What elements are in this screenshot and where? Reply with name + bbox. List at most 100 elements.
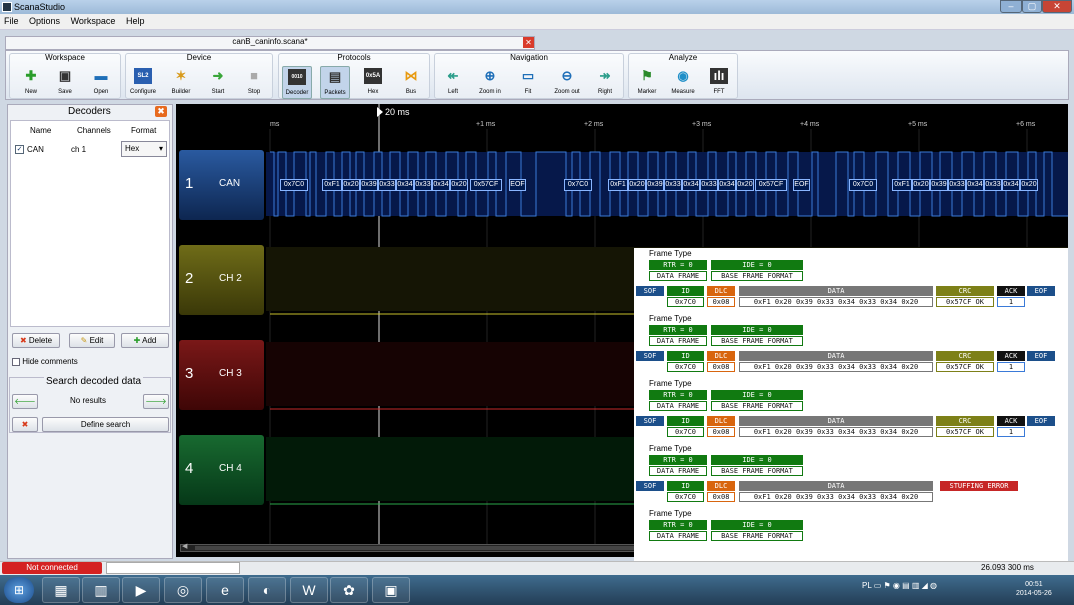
bus-icon: ⋈ bbox=[404, 68, 418, 83]
decoded-byte[interactable]: 0x33 bbox=[664, 179, 682, 191]
scanastudio-task-icon[interactable]: ▥ bbox=[82, 577, 120, 603]
folder-icon: ▬ bbox=[94, 68, 108, 83]
decoder-button[interactable]: 0010 Decoder bbox=[282, 66, 312, 99]
decoded-byte[interactable]: 0x34 bbox=[432, 179, 450, 191]
decoded-byte[interactable]: 0x20 bbox=[1020, 179, 1038, 191]
zoom-in-button[interactable]: ⊕ Zoom in bbox=[475, 66, 505, 99]
left-button[interactable]: ↞ Left bbox=[438, 66, 468, 99]
decoder-enable-checkbox[interactable]: ✓ bbox=[15, 145, 24, 154]
decoded-byte[interactable]: 0x20 bbox=[450, 179, 468, 191]
channel-3-label[interactable]: 3 CH 3 bbox=[179, 340, 264, 410]
eof-header: EOF bbox=[1027, 351, 1055, 361]
firefox-icon[interactable]: ◐ bbox=[248, 577, 286, 603]
clear-search-button[interactable]: ✖ bbox=[12, 417, 38, 432]
decoded-crc[interactable]: 0x57CF bbox=[470, 179, 502, 191]
channel-4-label[interactable]: 4 CH 4 bbox=[179, 435, 264, 505]
search-next-button[interactable]: 🡒 bbox=[143, 394, 169, 409]
explorer-icon[interactable]: ▦ bbox=[42, 577, 80, 603]
crc-header: CRC bbox=[936, 351, 994, 361]
menu-bar: File Options Workspace Help bbox=[0, 14, 1074, 30]
delete-button[interactable]: ✖ Delete bbox=[12, 333, 60, 348]
decoded-byte[interactable]: 0x34 bbox=[966, 179, 984, 191]
menu-options[interactable]: Options bbox=[25, 15, 64, 27]
measure-button[interactable]: ◉ Measure bbox=[668, 66, 698, 99]
channel-1-label[interactable]: 1 CAN bbox=[179, 150, 264, 220]
start-menu-icon[interactable]: ⊞ bbox=[4, 577, 34, 603]
frame-format-field: BASE FRAME FORMAT bbox=[711, 531, 803, 541]
decoded-byte[interactable]: 0xF1 bbox=[892, 179, 912, 191]
marker-button[interactable]: ⚑ Marker bbox=[632, 66, 662, 99]
paint-icon[interactable]: ✿ bbox=[330, 577, 368, 603]
zoom-out-button[interactable]: ⊖ Zoom out bbox=[552, 66, 582, 99]
menu-file[interactable]: File bbox=[0, 15, 23, 27]
add-button[interactable]: ✚ Add bbox=[121, 333, 169, 348]
system-clock[interactable]: 00:51 2014-05-26 bbox=[1016, 580, 1052, 598]
language-indicator[interactable]: PL bbox=[862, 581, 872, 590]
document-tab[interactable]: canB_caninfo.scana* bbox=[5, 36, 535, 50]
channel-2-label[interactable]: 2 CH 2 bbox=[179, 245, 264, 315]
bus-button[interactable]: ⋈ Bus bbox=[396, 66, 426, 99]
new-button[interactable]: ✚ New bbox=[16, 66, 46, 99]
ie-icon[interactable]: e bbox=[206, 577, 244, 603]
decoded-byte[interactable]: 0x34 bbox=[682, 179, 700, 191]
edit-label: Edit bbox=[89, 336, 104, 345]
right-button[interactable]: ↠ Right bbox=[590, 66, 620, 99]
frame-kind-field: DATA FRAME bbox=[649, 336, 707, 346]
search-prev-button[interactable]: 🡐 bbox=[12, 394, 38, 409]
decoded-id[interactable]: 0x7C0 bbox=[280, 179, 308, 191]
decoded-byte[interactable]: 0x33 bbox=[378, 179, 396, 191]
decoded-byte[interactable]: 0x33 bbox=[414, 179, 432, 191]
fit-button[interactable]: ▭ Fit bbox=[513, 66, 543, 99]
save-button[interactable]: ▣ Save bbox=[50, 66, 80, 99]
maximize-icon[interactable]: ▢ bbox=[1022, 0, 1042, 13]
ack-header: ACK bbox=[997, 416, 1025, 426]
hex-button[interactable]: 0x5A Hex bbox=[358, 66, 388, 99]
close-icon[interactable]: ✕ bbox=[1042, 0, 1072, 13]
stop-button[interactable]: ■ Stop bbox=[239, 66, 269, 99]
decoded-byte[interactable]: 0x33 bbox=[700, 179, 718, 191]
packets-button[interactable]: ▤ Packets bbox=[320, 66, 350, 99]
media-player-icon[interactable]: ▶ bbox=[122, 577, 160, 603]
decoded-byte[interactable]: 0x39 bbox=[646, 179, 664, 191]
open-button[interactable]: ▬ Open bbox=[86, 66, 116, 99]
decoded-byte[interactable]: 0x20 bbox=[736, 179, 754, 191]
decoded-byte[interactable]: 0x34 bbox=[396, 179, 414, 191]
define-search-button[interactable]: Define search bbox=[42, 417, 169, 432]
decoded-byte[interactable]: 0x33 bbox=[984, 179, 1002, 191]
word-icon[interactable]: W bbox=[290, 577, 328, 603]
decoded-eof[interactable]: EOF bbox=[509, 179, 526, 191]
decoded-byte[interactable]: 0x20 bbox=[628, 179, 646, 191]
tray-icons[interactable]: ▭ ⚑ ◉ ▤ ▥ ◢ ◍ bbox=[874, 581, 937, 590]
decoded-id[interactable]: 0x7C0 bbox=[564, 179, 592, 191]
decoded-byte[interactable]: 0xF1 bbox=[608, 179, 628, 191]
close-panel-icon[interactable]: ✖ bbox=[155, 106, 167, 117]
close-document-icon[interactable]: ✕ bbox=[523, 37, 534, 48]
configure-button[interactable]: SL2 Configure bbox=[128, 66, 158, 99]
scanastudio-app-icon[interactable]: ▣ bbox=[372, 577, 410, 603]
decoded-byte[interactable]: 0xF1 bbox=[322, 179, 342, 191]
chrome-icon[interactable]: ◎ bbox=[164, 577, 202, 603]
decoded-byte[interactable]: 0x20 bbox=[912, 179, 930, 191]
scroll-left-icon[interactable]: ◀ bbox=[182, 542, 187, 550]
fft-button[interactable]: ılı FFT bbox=[704, 66, 734, 99]
decoded-byte[interactable]: 0x33 bbox=[948, 179, 966, 191]
decoded-byte[interactable]: 0x20 bbox=[342, 179, 360, 191]
decoded-byte[interactable]: 0x39 bbox=[360, 179, 378, 191]
decoded-byte[interactable]: 0x34 bbox=[1002, 179, 1020, 191]
decoded-byte[interactable]: 0x34 bbox=[718, 179, 736, 191]
builder-button[interactable]: ✶ Builder bbox=[166, 66, 196, 99]
hide-comments-checkbox[interactable]: Hide comments bbox=[12, 357, 78, 366]
menu-help[interactable]: Help bbox=[122, 15, 149, 27]
horizontal-scrollbar[interactable]: ◀ bbox=[180, 542, 640, 552]
menu-workspace[interactable]: Workspace bbox=[67, 15, 120, 27]
checkbox-box[interactable] bbox=[12, 357, 20, 366]
decoded-id[interactable]: 0x7C0 bbox=[849, 179, 877, 191]
decoded-crc[interactable]: 0x57CF bbox=[755, 179, 787, 191]
start-button[interactable]: ➜ Start bbox=[203, 66, 233, 99]
format-select[interactable]: Hex ▾ bbox=[121, 141, 167, 157]
minimize-icon[interactable]: – bbox=[1000, 0, 1022, 13]
edit-button[interactable]: ✎ Edit bbox=[69, 333, 115, 348]
decoded-eof[interactable]: EOF bbox=[793, 179, 810, 191]
decoded-byte[interactable]: 0x39 bbox=[930, 179, 948, 191]
frame-kind-field: DATA FRAME bbox=[649, 531, 707, 541]
